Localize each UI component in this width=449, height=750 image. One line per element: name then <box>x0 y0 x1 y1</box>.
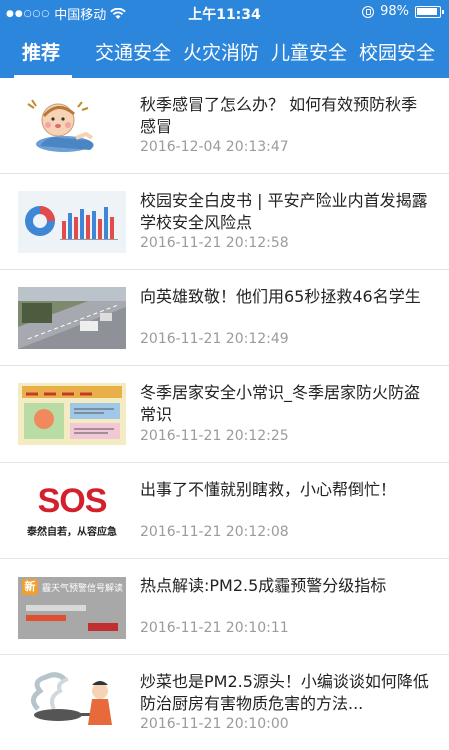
sos-caption: 泰然自若，从容应急 <box>27 527 117 538</box>
news-thumbnail: SOS 泰然自若，从容应急 <box>18 481 126 543</box>
category-tab-bar: 推荐 交通安全 火灾消防 儿童安全 校园安全 <box>0 26 449 78</box>
cooking-smoke-illustration-icon <box>18 669 126 731</box>
tab-campus-safety[interactable]: 校园安全 <box>359 38 435 65</box>
tab-traffic-safety[interactable]: 交通安全 <box>95 38 171 65</box>
news-thumbnail <box>18 287 126 349</box>
news-title[interactable]: 秋季感冒了怎么办？ 如何有效预防秋季感冒 <box>140 94 433 138</box>
tab-fire-safety[interactable]: 火灾消防 <box>183 38 259 65</box>
news-title[interactable]: 炒菜也是PM2.5源头！小编谈谈如何降低防治厨房有害物质危害的方法... <box>140 671 433 715</box>
sos-logo-text: SOS <box>37 482 108 520</box>
news-date: 2016-11-21 20:12:58 <box>140 235 289 251</box>
news-date: 2016-11-21 20:12:08 <box>140 524 289 540</box>
orientation-lock-icon <box>362 5 375 18</box>
news-item[interactable]: 冬季居家安全小常识_冬季居家防火防盗常识 2016-11-21 20:12:25 <box>0 366 449 463</box>
battery-percent: 98% <box>380 4 409 19</box>
news-item[interactable]: 炒菜也是PM2.5源头！小编谈谈如何降低防治厨房有害物质危害的方法... 201… <box>0 655 449 735</box>
news-date: 2016-11-21 20:10:11 <box>140 620 289 636</box>
news-date: 2016-11-21 20:12:49 <box>140 331 289 347</box>
news-title[interactable]: 向英雄致敬！他们用65秒拯救46名学生 <box>140 286 433 308</box>
status-right: 98% <box>362 4 444 19</box>
children-drawing-icon <box>18 383 126 445</box>
news-thumbnail <box>18 94 126 156</box>
news-thumbnail <box>18 191 126 253</box>
haze-warning-icon: 新 霾天气预警信号解读 <box>18 577 126 639</box>
status-bar: ●●○○○ 中国移动 上午11:34 98% <box>0 0 449 26</box>
news-date: 2016-11-21 20:10:00 <box>140 716 289 732</box>
news-item[interactable]: 校园安全白皮书 | 平安产险业内首发揭露学校安全风险点 2016-11-21 2… <box>0 174 449 270</box>
highway-photo-icon <box>18 287 126 349</box>
news-thumbnail <box>18 383 126 445</box>
cold-child-illustration-icon <box>18 94 126 156</box>
bar-chart-infographic-icon <box>18 191 126 253</box>
news-date: 2016-12-04 20:13:47 <box>140 139 289 155</box>
news-title[interactable]: 冬季居家安全小常识_冬季居家防火防盗常识 <box>140 382 433 426</box>
news-item[interactable]: SOS 泰然自若，从容应急 出事了不懂就别瞎救，小心帮倒忙！ 2016-11-2… <box>0 463 449 559</box>
tab-recommended[interactable]: 推荐 <box>22 38 60 65</box>
news-item[interactable]: 秋季感冒了怎么办？ 如何有效预防秋季感冒 2016-12-04 20:13:47 <box>0 78 449 174</box>
news-thumbnail <box>18 669 126 731</box>
battery-icon <box>415 5 444 18</box>
sos-logo-icon: SOS 泰然自若，从容应急 <box>18 481 126 543</box>
news-title[interactable]: 出事了不懂就别瞎救，小心帮倒忙！ <box>140 479 433 501</box>
news-item[interactable]: 新 霾天气预警信号解读 热点解读:PM2.5成霾预警分级指标 2016-11-2… <box>0 559 449 655</box>
news-title[interactable]: 热点解读:PM2.5成霾预警分级指标 <box>140 575 433 597</box>
haze-headline: 霾天气预警信号解读 <box>42 584 124 594</box>
news-date: 2016-11-21 20:12:25 <box>140 428 289 444</box>
news-title[interactable]: 校园安全白皮书 | 平安产险业内首发揭露学校安全风险点 <box>140 190 433 234</box>
new-badge: 新 <box>22 579 38 595</box>
news-thumbnail: 新 霾天气预警信号解读 <box>18 577 126 639</box>
news-list: 秋季感冒了怎么办？ 如何有效预防秋季感冒 2016-12-04 20:13:47 <box>0 78 449 735</box>
news-item[interactable]: 向英雄致敬！他们用65秒拯救46名学生 2016-11-21 20:12:49 <box>0 270 449 366</box>
tab-child-safety[interactable]: 儿童安全 <box>271 38 347 65</box>
